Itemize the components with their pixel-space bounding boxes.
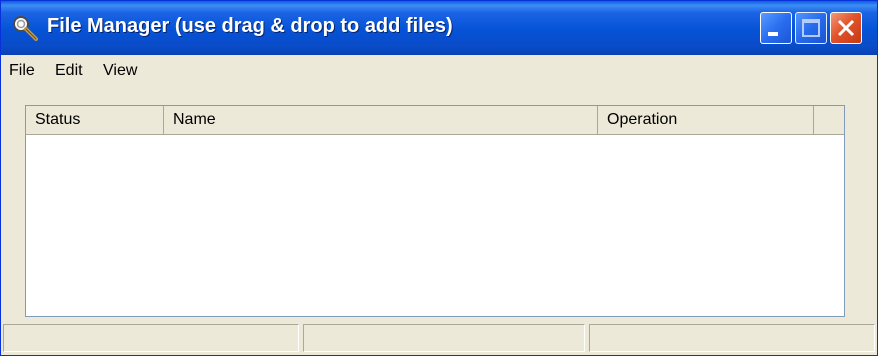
minimize-icon [768, 32, 778, 36]
status-panel-3 [589, 324, 875, 352]
magnifier-icon[interactable] [11, 14, 39, 42]
file-manager-window: File Manager (use drag & drop to add fil… [0, 0, 878, 356]
status-panel-2 [303, 324, 585, 352]
menu-bar: File Edit View [1, 55, 877, 87]
column-header-name[interactable]: Name [164, 106, 598, 134]
column-header-operation[interactable]: Operation [598, 106, 814, 134]
close-button[interactable] [830, 12, 862, 44]
status-panel-1 [3, 324, 299, 352]
list-header: Status Name Operation [26, 106, 844, 135]
column-header-status[interactable]: Status [26, 106, 164, 134]
minimize-button[interactable] [760, 12, 792, 44]
column-header-filler [814, 106, 844, 134]
menu-file[interactable]: File [9, 62, 35, 80]
maximize-icon [802, 19, 820, 37]
close-icon [837, 19, 855, 37]
file-list[interactable]: Status Name Operation [25, 105, 845, 317]
status-bar [1, 321, 877, 355]
menu-view[interactable]: View [103, 62, 137, 80]
maximize-button[interactable] [795, 12, 827, 44]
menu-edit[interactable]: Edit [55, 62, 83, 80]
window-title: File Manager (use drag & drop to add fil… [47, 15, 453, 37]
title-bar[interactable]: File Manager (use drag & drop to add fil… [1, 1, 877, 55]
file-list-body[interactable] [26, 135, 844, 316]
